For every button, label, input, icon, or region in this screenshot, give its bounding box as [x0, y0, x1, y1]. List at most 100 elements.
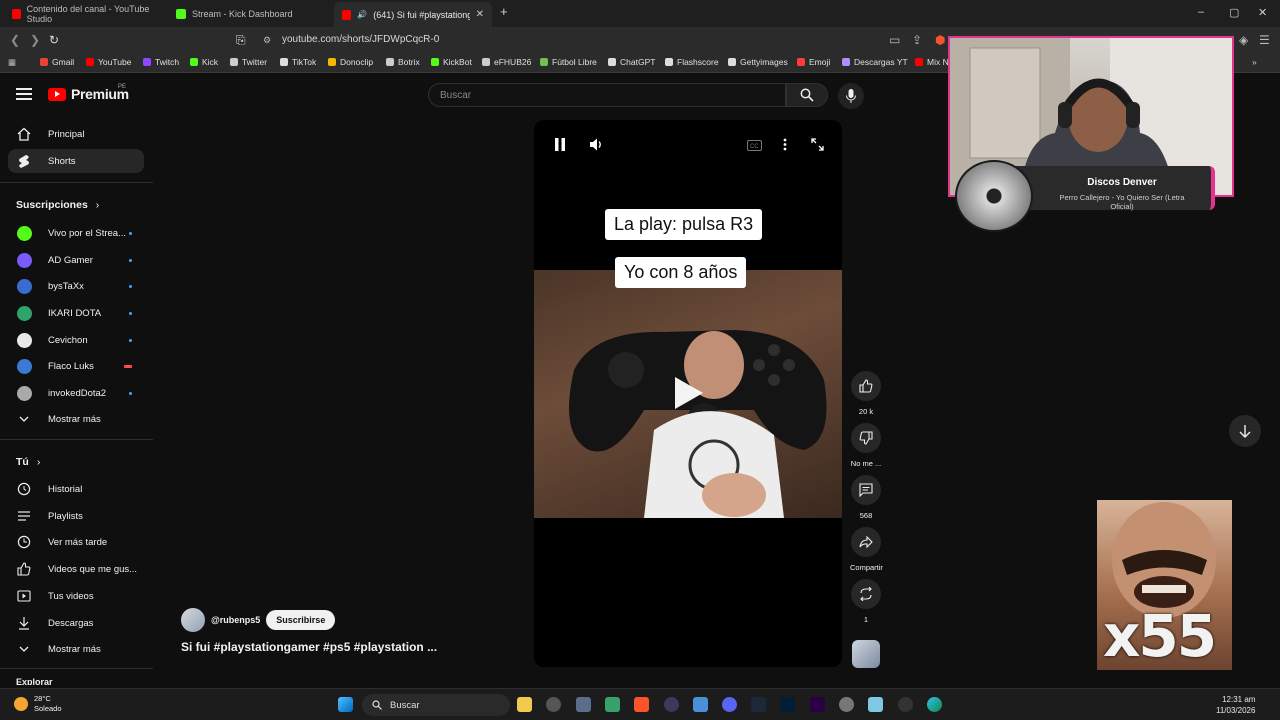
- bookmark-youtube[interactable]: YouTube: [86, 57, 131, 67]
- apps-grid-icon[interactable]: ▦: [8, 57, 16, 68]
- you-heading[interactable]: Tú ›: [16, 456, 40, 468]
- bookmark-gettyimages[interactable]: Gettyimages: [728, 57, 788, 67]
- bookmark-flashscore[interactable]: Flashscore: [665, 57, 719, 67]
- calculator-icon[interactable]: [693, 697, 708, 712]
- bookmark-mix[interactable]: Mix N: [915, 57, 949, 67]
- weather-widget[interactable]: 28°C Soleado: [14, 694, 62, 714]
- app-icon[interactable]: [605, 697, 620, 712]
- sidebar-item-tus-videos[interactable]: Tus videos: [8, 584, 144, 608]
- sidebar-item-principal[interactable]: Principal: [8, 122, 144, 146]
- bookmark-twitch[interactable]: Twitch: [143, 57, 179, 67]
- more-options-icon[interactable]: [783, 138, 787, 154]
- voice-search-button[interactable]: [838, 83, 864, 109]
- sidebar-item-liked-videos[interactable]: Videos que me gus...: [8, 557, 144, 581]
- remix-button[interactable]: 1: [850, 579, 882, 624]
- sidebar-item-subscription[interactable]: invokedDota2: [8, 381, 144, 405]
- minimize-icon[interactable]: –: [1198, 6, 1204, 18]
- sound-thumbnail[interactable]: [852, 640, 880, 668]
- share-icon[interactable]: ⇪: [912, 33, 922, 47]
- bookmark-gmail[interactable]: Gmail: [40, 57, 74, 67]
- maximize-icon[interactable]: ▢: [1229, 6, 1239, 19]
- like-button[interactable]: 20 k: [850, 371, 882, 416]
- sidebar-item-subscription[interactable]: Cevichon: [8, 328, 144, 352]
- search-button[interactable]: [786, 83, 828, 107]
- pause-icon[interactable]: [554, 138, 566, 154]
- back-icon[interactable]: ❮: [10, 33, 20, 47]
- bookmark-twitter[interactable]: Twitter: [230, 57, 267, 67]
- bookmark-botrix[interactable]: Botrix: [386, 57, 420, 67]
- bookmark-icon[interactable]: ⎘: [236, 33, 246, 48]
- steam-icon[interactable]: [751, 697, 766, 712]
- taskbar-search[interactable]: Buscar: [362, 694, 510, 716]
- bookmark-futbol-libre[interactable]: Fútbol Libre: [540, 57, 597, 67]
- app-icon[interactable]: [576, 697, 591, 712]
- hamburger-menu-icon[interactable]: [16, 88, 32, 100]
- subscriptions-heading[interactable]: Suscripciones ›: [16, 199, 99, 211]
- sidebar-item-subscription[interactable]: AD Gamer: [8, 248, 144, 272]
- forward-icon[interactable]: ❯: [30, 33, 40, 47]
- media-player-icon[interactable]: [898, 697, 913, 712]
- settings-icon[interactable]: [839, 697, 854, 712]
- fullscreen-icon[interactable]: [811, 138, 824, 154]
- big-play-icon[interactable]: [673, 375, 705, 416]
- sidebar-item-shorts[interactable]: Shorts: [8, 149, 144, 173]
- bookmark-efhub26[interactable]: eFHUB26: [482, 57, 531, 67]
- search-input[interactable]: Buscar: [428, 83, 786, 107]
- bookmark-kickbot[interactable]: KickBot: [431, 57, 472, 67]
- notepad-icon[interactable]: [868, 697, 883, 712]
- brave-shield-icon[interactable]: ⬢: [935, 33, 945, 47]
- premiere-icon[interactable]: [810, 697, 825, 712]
- bookmark-emoji[interactable]: Emoji: [797, 57, 830, 67]
- channel-avatar[interactable]: [181, 608, 205, 632]
- cast-icon[interactable]: ▭: [889, 33, 900, 47]
- sidebar-item-descargas[interactable]: Descargas: [8, 611, 144, 635]
- subscribe-button[interactable]: Suscribirse: [266, 610, 336, 630]
- audio-playing-icon[interactable]: 🔊: [357, 10, 367, 19]
- reload-icon[interactable]: ↻: [49, 33, 59, 47]
- site-info-icon[interactable]: ⚙: [263, 35, 271, 46]
- menu-icon[interactable]: ☰: [1259, 33, 1270, 47]
- tab-youtube-studio[interactable]: Contenido del canal - YouTube Studio: [4, 4, 164, 24]
- vpn-icon[interactable]: ◈: [1239, 33, 1248, 47]
- channel-handle[interactable]: @rubenps5: [211, 615, 260, 625]
- edge-icon[interactable]: [927, 697, 942, 712]
- close-window-icon[interactable]: ✕: [1258, 6, 1267, 19]
- bookmark-tiktok[interactable]: TikTok: [280, 57, 316, 67]
- file-explorer-icon[interactable]: [517, 697, 532, 712]
- comments-button[interactable]: 568: [850, 475, 882, 520]
- brave-browser-icon[interactable]: [634, 697, 649, 712]
- captions-icon[interactable]: CC: [747, 138, 762, 154]
- bookmark-donoclip[interactable]: Donoclip: [328, 57, 373, 67]
- sidebar-item-historial[interactable]: Historial: [8, 477, 144, 501]
- sidebar-item-subscription[interactable]: Flaco Luks: [8, 354, 144, 378]
- tab-kick-dashboard[interactable]: Stream - Kick Dashboard: [168, 4, 330, 23]
- more-bookmarks-icon[interactable]: »: [1252, 57, 1257, 67]
- sidebar-item-subscription[interactable]: bysTaXx: [8, 274, 144, 298]
- dislike-button[interactable]: No me ...: [850, 423, 882, 468]
- volume-icon[interactable]: [590, 138, 603, 154]
- obs-icon[interactable]: [664, 697, 679, 712]
- system-clock[interactable]: 12:31 am 11/03/2026: [1216, 694, 1255, 716]
- share-button[interactable]: Compartir: [850, 527, 883, 572]
- next-short-button[interactable]: [1229, 415, 1261, 447]
- windows-start-icon[interactable]: [338, 697, 353, 712]
- short-title[interactable]: Si fui #playstationgamer #ps5 #playstati…: [181, 640, 437, 654]
- bookmark-descargas-yt[interactable]: Descargas YT: [842, 57, 908, 67]
- sidebar-show-more-subs[interactable]: Mostrar más: [8, 407, 144, 431]
- sidebar-item-playlists[interactable]: Playlists: [8, 504, 144, 528]
- sidebar-item-subscription[interactable]: Vivo por el Strea...: [8, 221, 144, 245]
- short-video-player[interactable]: La play: pulsa R3 Yo con 8 años CC: [534, 120, 842, 667]
- tab-youtube-short[interactable]: 🔊 (641) Si fui #playstationgamer ✕: [334, 2, 492, 27]
- sidebar-item-ver-mas-tarde[interactable]: Ver más tarde: [8, 530, 144, 554]
- github-desktop-icon[interactable]: [546, 697, 561, 712]
- sidebar-item-subscription[interactable]: IKARI DOTA: [8, 301, 144, 325]
- bookmark-kick[interactable]: Kick: [190, 57, 218, 67]
- photoshop-icon[interactable]: [780, 697, 795, 712]
- youtube-premium-logo[interactable]: Premium PE: [48, 84, 129, 102]
- bookmark-chatgpt[interactable]: ChatGPT: [608, 57, 655, 67]
- discord-icon[interactable]: [722, 697, 737, 712]
- sidebar-show-more-you[interactable]: Mostrar más: [8, 637, 144, 661]
- new-tab-icon[interactable]: +: [500, 4, 508, 19]
- url-field[interactable]: youtube.com/shorts/JFDWpCqcR-0: [282, 34, 439, 45]
- close-tab-icon[interactable]: ✕: [476, 9, 484, 20]
